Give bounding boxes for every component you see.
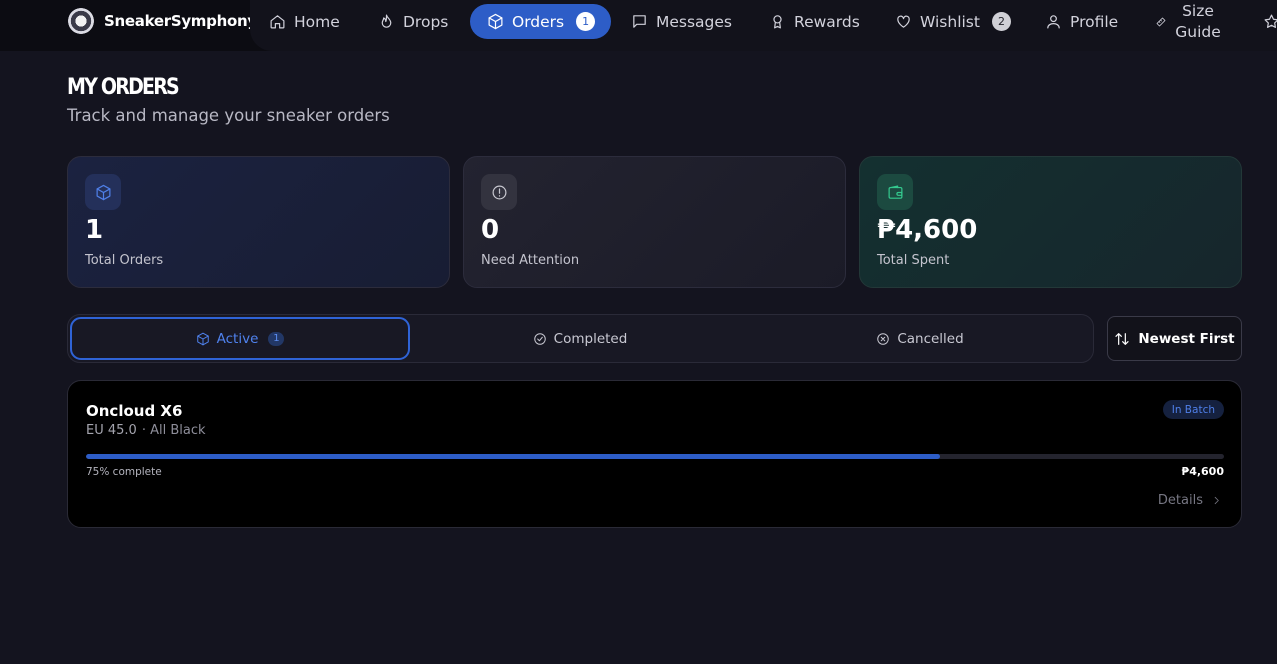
tab-active-count: 1 xyxy=(268,331,285,346)
size-guide-line-1: Size xyxy=(1182,1,1214,20)
tab-cancelled-label: Cancelled xyxy=(897,330,964,347)
home-icon xyxy=(270,15,285,29)
order-price: ₱4,600 xyxy=(1181,465,1224,478)
order-product-name: Oncloud X6 xyxy=(86,402,183,420)
tab-cancelled[interactable]: Cancelled xyxy=(750,317,1090,360)
nav-rewards-label: Rewards xyxy=(794,12,860,31)
chevron-right-icon xyxy=(1214,496,1219,505)
nav-wishlist-label: Wishlist xyxy=(920,12,980,31)
stat-icon-wrap xyxy=(85,174,121,210)
alert-circle-icon xyxy=(492,185,506,199)
stat-label: Need Attention xyxy=(481,253,580,268)
nav-profile[interactable]: Profile xyxy=(1045,4,1118,39)
nav-orders[interactable]: Orders 1 xyxy=(470,4,612,39)
stat-card-need-attention: 0 Need Attention xyxy=(463,156,846,288)
message-square-icon xyxy=(633,15,646,28)
sort-arrows-icon xyxy=(1115,332,1129,345)
page-title: MY ORDERS xyxy=(67,74,180,100)
nav-size-guide-label: Size Guide xyxy=(1175,1,1221,43)
x-circle-icon xyxy=(877,332,890,345)
nav-wishlist[interactable]: Wishlist 2 xyxy=(895,4,1011,39)
order-size: EU 45.0 xyxy=(86,423,137,438)
stat-value: 1 xyxy=(85,215,104,245)
stat-value: 0 xyxy=(481,215,500,245)
order-colorway: · All Black xyxy=(141,423,206,438)
check-circle-icon xyxy=(533,332,546,345)
package-icon xyxy=(488,13,503,30)
award-icon xyxy=(773,15,782,29)
heart-icon xyxy=(897,15,910,28)
nav-orders-label: Orders xyxy=(512,12,565,31)
tab-active-label: Active xyxy=(216,330,259,347)
flame-icon xyxy=(381,14,392,28)
nav-wishlist-badge: 2 xyxy=(991,12,1011,31)
nav-messages-label: Messages xyxy=(656,12,733,31)
nav-home-label: Home xyxy=(294,12,340,31)
tab-completed-label: Completed xyxy=(553,330,628,347)
size-guide-line-2: Guide xyxy=(1175,22,1221,41)
stat-card-total-spent: ₱4,600 Total Spent xyxy=(859,156,1242,288)
nav-rewards[interactable]: Rewards xyxy=(769,4,860,39)
stat-card-total-orders: 1 Total Orders xyxy=(67,156,450,288)
sort-button[interactable]: Newest First xyxy=(1107,316,1242,361)
brand[interactable]: SneakerSymphony xyxy=(68,8,257,34)
nav-overflow-star[interactable] xyxy=(1263,4,1277,39)
package-icon xyxy=(196,332,209,345)
nav-drops[interactable]: Drops xyxy=(378,4,448,39)
order-progress-fill xyxy=(86,454,940,459)
sort-label: Newest First xyxy=(1138,330,1235,347)
tab-completed[interactable]: Completed xyxy=(410,317,750,360)
nav-drops-label: Drops xyxy=(403,12,449,31)
stat-label: Total Orders xyxy=(85,253,164,268)
nav-home[interactable]: Home xyxy=(269,4,340,39)
nav-profile-label: Profile xyxy=(1070,12,1119,31)
status-badge: In Batch xyxy=(1162,400,1224,419)
stat-icon-wrap xyxy=(877,174,913,210)
order-meta: EU 45.0 · All Black xyxy=(86,423,206,438)
nav-size-guide[interactable]: Size Guide xyxy=(1155,1,1221,42)
nav-messages[interactable]: Messages xyxy=(631,4,732,39)
order-details-link[interactable]: Details xyxy=(1158,493,1222,508)
nav-orders-badge: 1 xyxy=(576,12,596,31)
ruler-icon xyxy=(1156,17,1166,26)
top-navbar: SneakerSymphony Home Drops Orders 1 Mess… xyxy=(0,0,1277,51)
stat-icon-wrap xyxy=(481,174,517,210)
star-icon xyxy=(1264,14,1277,28)
details-label: Details xyxy=(1157,493,1203,508)
wallet-icon xyxy=(888,185,902,199)
order-progress-bar xyxy=(86,454,1224,459)
stat-value: ₱4,600 xyxy=(877,215,978,245)
tab-active[interactable]: Active 1 xyxy=(70,317,410,360)
package-icon xyxy=(96,184,110,200)
page-subtitle: Track and manage your sneaker orders xyxy=(67,106,390,125)
order-card[interactable]: Oncloud X6 EU 45.0 · All Black In Batch … xyxy=(67,380,1242,528)
user-icon xyxy=(1047,15,1060,29)
order-status-tabs: Active 1 Completed Cancelled xyxy=(67,314,1094,363)
stat-label: Total Spent xyxy=(877,253,950,268)
order-progress-label: 75% complete xyxy=(86,466,162,478)
brand-name: SneakerSymphony xyxy=(104,12,257,30)
brand-logo xyxy=(68,8,94,34)
